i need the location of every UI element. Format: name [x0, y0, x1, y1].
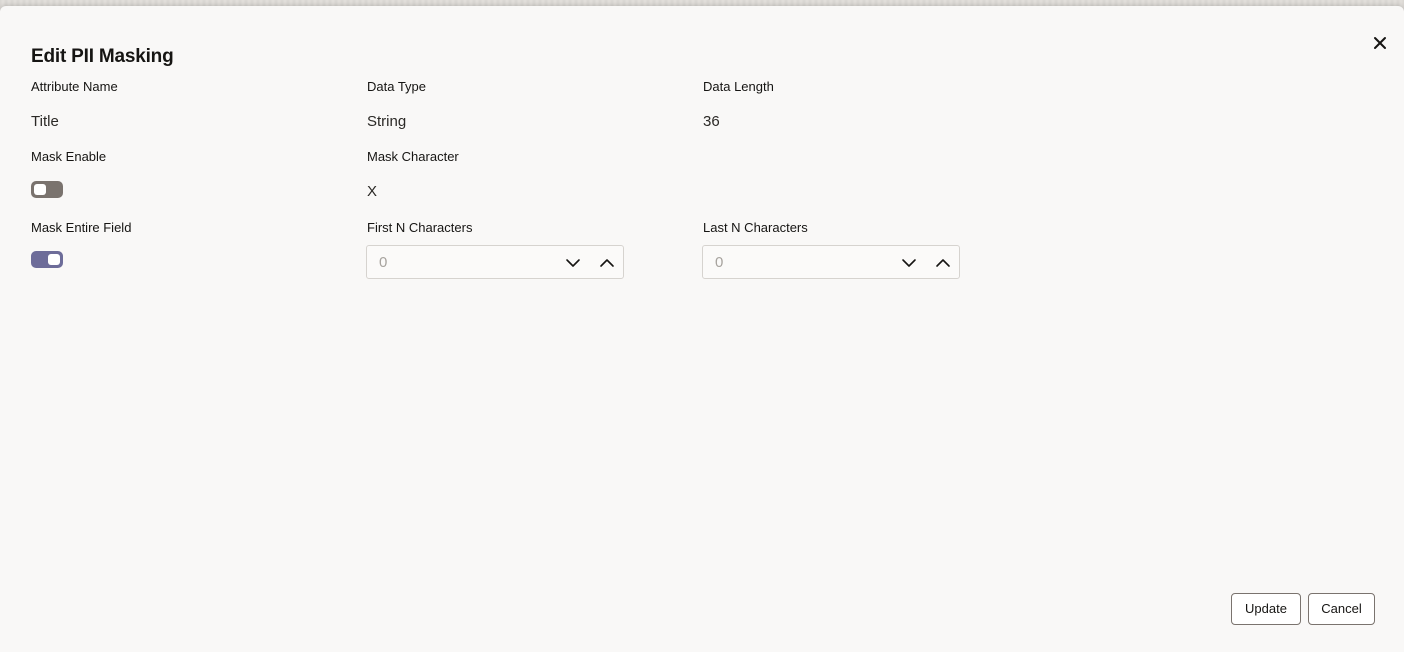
mask-enable-label: Mask Enable: [31, 149, 107, 164]
decrement-button[interactable]: [900, 254, 918, 272]
mask-character-value: X: [367, 183, 378, 200]
close-icon: [1374, 37, 1386, 49]
cancel-button[interactable]: Cancel: [1308, 593, 1375, 625]
data-type-label: Data Type: [367, 79, 427, 94]
increment-button[interactable]: [934, 254, 952, 272]
toggle-knob: [34, 184, 46, 195]
decrement-button[interactable]: [564, 254, 582, 272]
last-n-characters-input[interactable]: 0: [715, 254, 723, 271]
increment-button[interactable]: [598, 254, 616, 272]
attribute-name-value: Title: [31, 113, 59, 130]
data-length-label: Data Length: [703, 79, 774, 94]
mask-character-label: Mask Character: [367, 149, 459, 164]
chevron-up-icon: [936, 259, 950, 267]
first-n-characters-field[interactable]: 0: [366, 245, 624, 279]
last-n-characters-field[interactable]: 0: [702, 245, 960, 279]
mask-entire-field-label: Mask Entire Field: [31, 220, 132, 235]
dialog-title: Edit PII Masking: [31, 46, 174, 67]
data-length-value: 36: [703, 113, 720, 130]
update-button[interactable]: Update: [1231, 593, 1301, 625]
chevron-down-icon: [566, 259, 580, 267]
chevron-down-icon: [902, 259, 916, 267]
edit-pii-masking-dialog: Edit PII Masking Attribute Name Title Da…: [0, 6, 1404, 652]
last-n-characters-label: Last N Characters: [703, 220, 808, 235]
chevron-up-icon: [600, 259, 614, 267]
toggle-knob: [48, 254, 60, 265]
data-type-value: String: [367, 113, 407, 130]
attribute-name-label: Attribute Name: [31, 79, 118, 94]
mask-enable-toggle[interactable]: [31, 181, 63, 198]
mask-entire-field-toggle[interactable]: [31, 251, 63, 268]
first-n-characters-input[interactable]: 0: [379, 254, 387, 271]
first-n-characters-label: First N Characters: [367, 220, 473, 235]
close-button[interactable]: [1369, 32, 1391, 54]
